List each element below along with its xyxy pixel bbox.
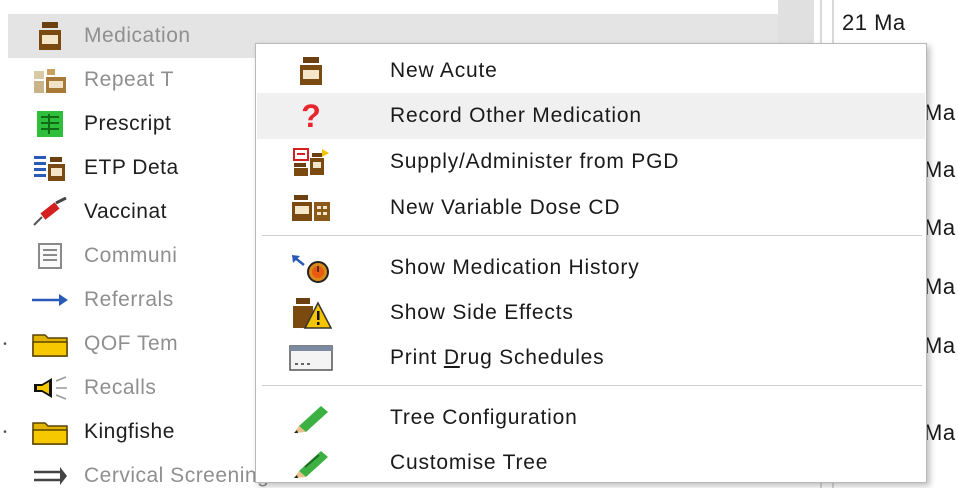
menu-separator [262, 235, 922, 236]
tree-item-label: Repeat T [84, 68, 174, 91]
app-window: Medication Repeat T Prescript ETP Deta V… [0, 0, 958, 488]
medication-bottle-icon [30, 16, 70, 56]
question-mark-icon: ? [285, 95, 337, 137]
svg-text:?: ? [301, 100, 321, 132]
tree-item-label: Referrals [84, 288, 174, 311]
schedule-window-icon [285, 337, 337, 379]
folder-icon [30, 412, 70, 452]
tree-item-label: Prescript [84, 112, 172, 135]
menu-item-show-side-effects[interactable]: Show Side Effects [257, 290, 925, 336]
menu-item-label: Record Other Medication [390, 104, 642, 127]
tree-item-label: Vaccinat [84, 200, 167, 223]
tree-item-label: Medication [84, 24, 191, 47]
document-icon [30, 236, 70, 276]
pencil-icon [285, 397, 337, 439]
menu-item-tree-configuration[interactable]: Tree Configuration [257, 395, 925, 441]
menu-item-new-variable-dose-cd[interactable]: New Variable Dose CD [257, 185, 925, 231]
medication-bottle-icon [285, 50, 337, 92]
date-cell: Ma [924, 333, 956, 358]
menu-separator [262, 385, 922, 386]
date-cell: Ma [924, 215, 956, 240]
date-cell: Ma [924, 420, 956, 445]
pencil-edit-icon [285, 442, 337, 484]
arrow-right-icon [30, 280, 70, 320]
date-cell: 21 Ma [842, 10, 906, 35]
tree-item-label: Kingfishe [84, 420, 175, 443]
menu-item-record-other-medication[interactable]: ? Record Other Medication [257, 93, 925, 139]
variable-dose-icon [285, 187, 337, 229]
menu-item-label: Print Drug Schedules [390, 346, 605, 369]
history-clock-icon [285, 247, 337, 289]
double-arrow-icon [30, 456, 70, 488]
megaphone-icon [30, 368, 70, 408]
menu-item-label: New Variable Dose CD [390, 196, 621, 219]
repeat-templates-icon [30, 60, 70, 100]
menu-item-print-drug-schedules[interactable]: Print Drug Schedules [257, 335, 925, 381]
menu-item-label: Show Side Effects [390, 301, 574, 324]
etp-details-icon [30, 148, 70, 188]
tree-item-label: Cervical Screening [84, 464, 270, 487]
context-menu: New Acute ? Record Other Medication Supp… [255, 43, 927, 483]
menu-item-supply-administer-pgd[interactable]: Supply/Administer from PGD [257, 139, 925, 185]
menu-item-label: Show Medication History [390, 256, 640, 279]
date-cell: Ma [924, 274, 956, 299]
tree-item-label: QOF Tem [84, 332, 179, 355]
menu-item-label: Supply/Administer from PGD [390, 150, 680, 173]
syringe-icon [30, 192, 70, 232]
pgd-icon [285, 141, 337, 183]
menu-item-label: New Acute [390, 59, 498, 82]
tree-item-label: Recalls [84, 376, 157, 399]
prescription-icon [30, 104, 70, 144]
menu-item-show-medication-history[interactable]: Show Medication History [257, 245, 925, 291]
warning-icon [285, 292, 337, 334]
date-cell: Ma [924, 100, 956, 125]
tree-item-label: Communi [84, 244, 178, 267]
menu-item-label: Customise Tree [390, 451, 549, 474]
menu-item-label: Tree Configuration [390, 406, 578, 429]
tree-item-label: ETP Deta [84, 156, 179, 179]
folder-icon [30, 324, 70, 364]
menu-item-customise-tree[interactable]: Customise Tree [257, 440, 925, 486]
date-cell: Ma [924, 157, 956, 182]
menu-item-new-acute[interactable]: New Acute [257, 48, 925, 94]
